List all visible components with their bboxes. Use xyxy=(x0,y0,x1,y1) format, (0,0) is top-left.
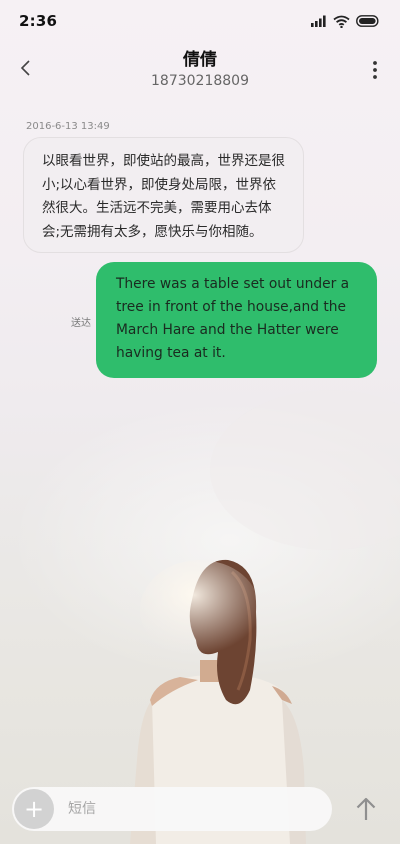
sent-message-text: There was a table set out under a tree i… xyxy=(116,276,350,361)
message-timestamp: 2016-6-13 13:49 xyxy=(26,121,110,132)
plus-icon: + xyxy=(23,795,45,823)
status-icons xyxy=(311,15,380,28)
conversation-header: 倩倩 18730218809 xyxy=(0,44,400,94)
message-input[interactable] xyxy=(68,791,332,827)
status-bar: 2:36 xyxy=(0,0,400,42)
sent-message-bubble[interactable]: There was a table set out under a tree i… xyxy=(96,262,377,378)
delivery-status: 送达 xyxy=(71,318,91,329)
compose-bar: + xyxy=(12,787,332,831)
contact-phone-number: 18730218809 xyxy=(151,73,249,89)
wifi-icon xyxy=(333,15,350,28)
battery-icon xyxy=(356,15,379,27)
contact-name: 倩倩 xyxy=(183,50,217,70)
status-time: 2:36 xyxy=(19,12,58,30)
arrow-up-icon xyxy=(356,797,376,820)
more-options-button[interactable] xyxy=(372,60,378,80)
received-message-bubble[interactable]: 以眼看世界，即使站的最高，世界还是很小;以心看世界，即使身处局限，世界依然很大。… xyxy=(23,137,304,253)
messaging-screen: 2:36 倩倩 18730218809 2016-6-13 13:49 以眼看世… xyxy=(0,0,400,844)
received-message-text: 以眼看世界，即使站的最高，世界还是很小;以心看世界，即使身处局限，世界依然很大。… xyxy=(42,153,285,240)
contact-title: 倩倩 18730218809 xyxy=(0,49,400,91)
send-button[interactable] xyxy=(353,795,379,823)
more-vertical-icon xyxy=(373,61,377,79)
add-attachment-button[interactable]: + xyxy=(14,789,54,829)
signal-icon xyxy=(311,15,326,27)
